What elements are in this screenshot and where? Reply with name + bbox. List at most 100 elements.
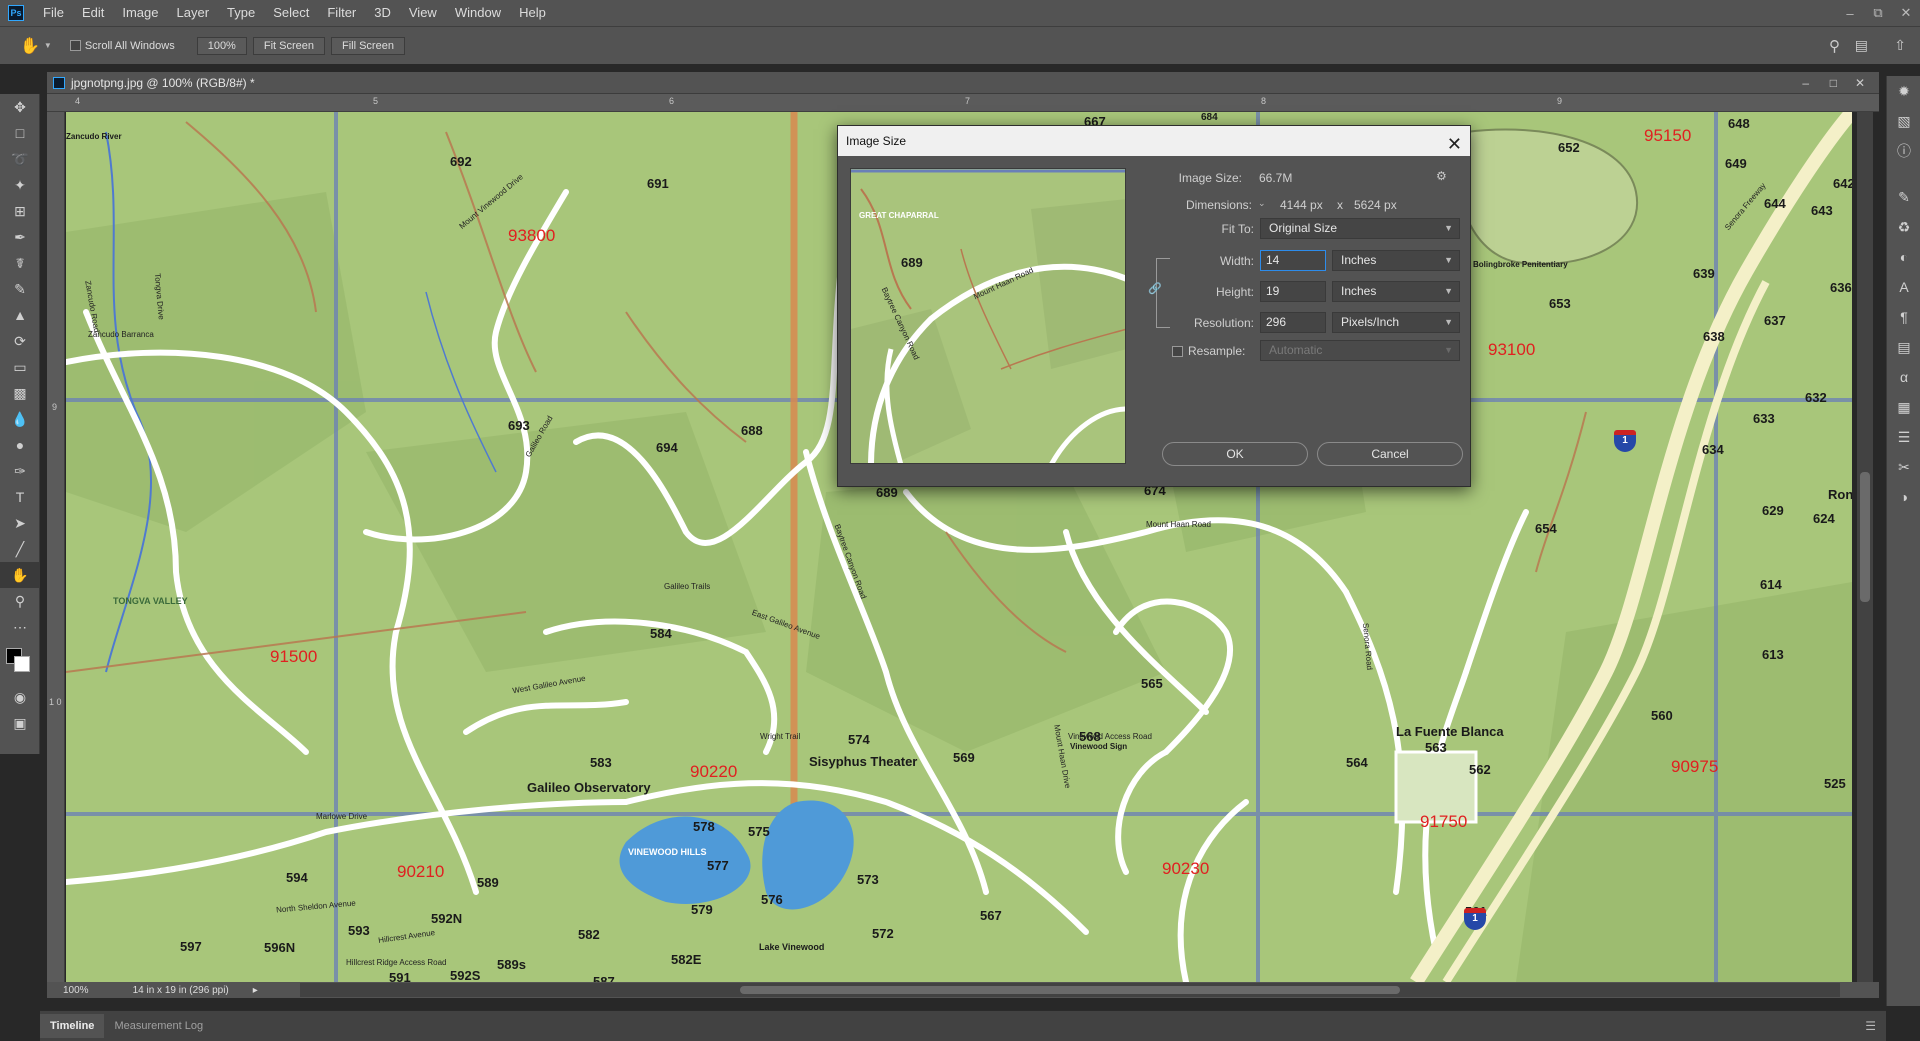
menu-layer[interactable]: Layer bbox=[168, 0, 219, 26]
hand-tool-icon[interactable]: ✋ bbox=[0, 562, 40, 588]
chevron-right-icon[interactable]: ▸ bbox=[253, 985, 258, 996]
link-icon[interactable]: 🔗 bbox=[1148, 282, 1162, 295]
menu-view[interactable]: View bbox=[400, 0, 446, 26]
document-info[interactable]: 14 in x 19 in (296 ppi) bbox=[133, 985, 229, 996]
layers-icon[interactable]: ▤ bbox=[1887, 332, 1920, 362]
height-unit-select[interactable]: Inches ▼ bbox=[1332, 281, 1460, 302]
adjustments-icon[interactable]: ◐ bbox=[1887, 242, 1920, 272]
character-icon[interactable]: A bbox=[1887, 272, 1920, 302]
gear-icon[interactable]: ⚙ bbox=[1436, 169, 1447, 183]
menu-3d[interactable]: 3D bbox=[365, 0, 400, 26]
resample-checkbox[interactable] bbox=[1172, 346, 1183, 357]
menu-select[interactable]: Select bbox=[264, 0, 318, 26]
paragraph-icon[interactable]: ¶ bbox=[1887, 302, 1920, 332]
ok-button[interactable]: OK bbox=[1162, 442, 1308, 466]
screen-mode-icon[interactable]: ▣ bbox=[0, 710, 40, 736]
vertical-scroll-thumb[interactable] bbox=[1860, 472, 1870, 602]
tab-measurement-log[interactable]: Measurement Log bbox=[104, 1014, 213, 1038]
menu-file[interactable]: File bbox=[34, 0, 73, 26]
zoom-level[interactable]: 100% bbox=[63, 985, 89, 996]
fill-screen-button[interactable]: Fill Screen bbox=[330, 36, 405, 55]
resolution-unit-select[interactable]: Pixels/Inch ▼ bbox=[1332, 312, 1460, 333]
search-icon[interactable]: ⚲ bbox=[1829, 37, 1840, 55]
height-input[interactable]: 19 bbox=[1260, 281, 1326, 302]
horizontal-scrollbar[interactable] bbox=[300, 983, 1840, 997]
magic-wand-tool-icon[interactable]: ✦ bbox=[0, 172, 40, 198]
gradient-tool-icon[interactable]: ▩ bbox=[0, 380, 40, 406]
scroll-all-windows-checkbox[interactable] bbox=[69, 40, 81, 51]
zoom-tool-icon[interactable]: ⚲ bbox=[0, 588, 40, 614]
ruler-mark: 6 bbox=[669, 96, 675, 106]
ruler-left[interactable]: 9 1 0 bbox=[47, 112, 65, 982]
map-label: 632 bbox=[1805, 390, 1827, 405]
close-icon[interactable]: ✕ bbox=[1447, 129, 1462, 159]
3d-panel-icon[interactable]: ✹ bbox=[1887, 76, 1920, 106]
brush-tool-icon[interactable]: ✎ bbox=[0, 276, 40, 302]
type-tool-icon[interactable]: T bbox=[0, 484, 40, 510]
menu-help[interactable]: Help bbox=[510, 0, 555, 26]
lasso-tool-icon[interactable]: ➰ bbox=[0, 146, 40, 172]
history-brush-tool-icon[interactable]: ⟳ bbox=[0, 328, 40, 354]
tool-presets-icon[interactable]: ✂ bbox=[1887, 452, 1920, 482]
crop-tool-icon[interactable]: ⊞ bbox=[0, 198, 40, 224]
menu-edit[interactable]: Edit bbox=[73, 0, 113, 26]
hand-tool-icon[interactable]: ✋ bbox=[20, 36, 40, 56]
resolution-unit-value: Pixels/Inch bbox=[1341, 315, 1400, 329]
resample-select[interactable]: Automatic ▼ bbox=[1260, 340, 1460, 361]
healing-brush-tool-icon[interactable]: ☤ bbox=[0, 250, 40, 276]
doc-restore-icon[interactable]: □ bbox=[1830, 76, 1837, 90]
marquee-tool-icon[interactable]: □ bbox=[0, 120, 40, 146]
chevron-down-icon[interactable]: ⌄ bbox=[1258, 198, 1266, 209]
eyedropper-tool-icon[interactable]: ✒ bbox=[0, 224, 40, 250]
document-tab[interactable]: jpgnotpng.jpg @ 100% (RGB/8#) * – □ ✕ bbox=[47, 72, 1879, 94]
dodge-tool-icon[interactable]: ● bbox=[0, 432, 40, 458]
vertical-scrollbar[interactable] bbox=[1857, 112, 1873, 982]
close-icon[interactable]: ✕ bbox=[1892, 0, 1920, 26]
color-swatches[interactable] bbox=[0, 640, 40, 684]
clone-source-icon[interactable]: ♻ bbox=[1887, 212, 1920, 242]
swatches-icon[interactable]: ◑ bbox=[1887, 482, 1920, 512]
horizontal-scroll-thumb[interactable] bbox=[740, 986, 1400, 994]
eraser-tool-icon[interactable]: ▭ bbox=[0, 354, 40, 380]
menu-image[interactable]: Image bbox=[113, 0, 167, 26]
fit-to-select[interactable]: Original Size ▼ bbox=[1260, 218, 1460, 239]
quick-mask-icon[interactable]: ◉ bbox=[0, 684, 40, 710]
workspace-icon[interactable]: ▤ bbox=[1855, 37, 1868, 54]
move-tool-icon[interactable]: ✥ bbox=[0, 94, 40, 120]
resolution-input[interactable]: 296 bbox=[1260, 312, 1326, 333]
brush-settings-icon[interactable]: ✎ bbox=[1887, 182, 1920, 212]
chevron-down-icon: ▼ bbox=[1444, 255, 1453, 265]
character-styles-icon[interactable]: α bbox=[1887, 362, 1920, 392]
blur-tool-icon[interactable]: 💧 bbox=[0, 406, 40, 432]
more-tools-icon[interactable]: ⋯ bbox=[0, 614, 40, 640]
libraries-icon[interactable]: ▦ bbox=[1887, 392, 1920, 422]
fit-screen-button[interactable]: Fit Screen bbox=[252, 36, 325, 55]
image-preview[interactable]: GREAT CHAPARRAL 689 Baytree Canyon Road … bbox=[850, 168, 1126, 464]
menu-type[interactable]: Type bbox=[218, 0, 264, 26]
clone-stamp-tool-icon[interactable]: ▲ bbox=[0, 302, 40, 328]
pen-tool-icon[interactable]: ✑ bbox=[0, 458, 40, 484]
share-icon[interactable]: ⇧ bbox=[1894, 37, 1906, 54]
width-input[interactable]: 14 bbox=[1260, 250, 1326, 271]
line-tool-icon[interactable]: ╱ bbox=[0, 536, 40, 562]
tab-timeline[interactable]: Timeline bbox=[40, 1014, 105, 1038]
dialog-title-bar[interactable]: Image Size ✕ bbox=[838, 126, 1470, 156]
zoom-100-button[interactable]: 100% bbox=[196, 36, 247, 55]
menu-window[interactable]: Window bbox=[446, 0, 510, 26]
cancel-button[interactable]: Cancel bbox=[1317, 442, 1463, 466]
histogram-icon[interactable]: ▧ bbox=[1887, 106, 1920, 136]
background-color-swatch[interactable] bbox=[14, 656, 30, 672]
menu-filter[interactable]: Filter bbox=[318, 0, 365, 26]
path-selection-tool-icon[interactable]: ➤ bbox=[0, 510, 40, 536]
panel-menu-icon[interactable]: ☰ bbox=[1865, 1019, 1876, 1033]
scroll-all-windows-option[interactable]: Scroll All Windows bbox=[69, 40, 175, 52]
info-icon[interactable]: ⓘ bbox=[1887, 136, 1920, 166]
minimize-icon[interactable]: – bbox=[1836, 0, 1864, 26]
restore-icon[interactable]: ⧉ bbox=[1864, 0, 1892, 26]
ruler-top[interactable]: 4 5 6 7 8 9 bbox=[47, 94, 1879, 112]
width-unit-select[interactable]: Inches ▼ bbox=[1332, 250, 1460, 271]
doc-minimize-icon[interactable]: – bbox=[1802, 76, 1809, 90]
doc-close-icon[interactable]: ✕ bbox=[1855, 76, 1865, 90]
properties-icon[interactable]: ☰ bbox=[1887, 422, 1920, 452]
chevron-down-icon[interactable]: ▼ bbox=[44, 41, 52, 50]
